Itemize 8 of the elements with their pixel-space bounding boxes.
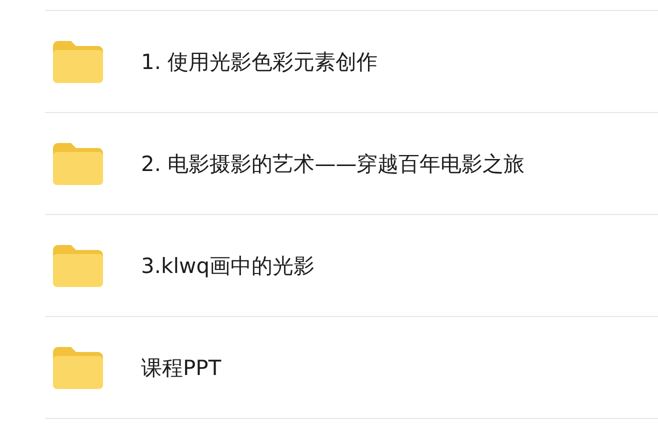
folder-icon: [53, 142, 103, 184]
folder-name[interactable]: 1. 使用光影色彩元素创作: [141, 48, 378, 76]
folder-icon: [53, 244, 103, 286]
folder-name[interactable]: 3.klwq画中的光影: [141, 252, 315, 280]
folder-name[interactable]: 课程PPT: [141, 354, 222, 382]
folder-icon: [53, 346, 103, 388]
folder-name[interactable]: 2. 电影摄影的艺术——穿越百年电影之旅: [141, 150, 525, 178]
folder-icon: [53, 40, 103, 82]
